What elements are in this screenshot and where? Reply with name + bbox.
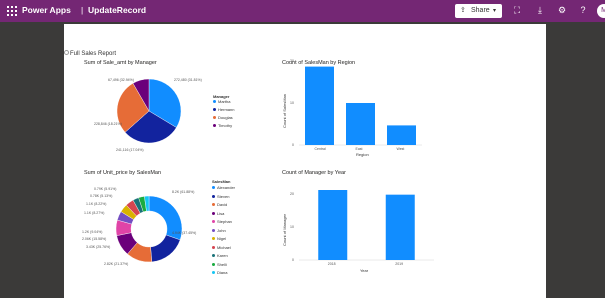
app-name: Power Apps xyxy=(22,5,71,15)
fit-screen-icon[interactable]: ⛶ xyxy=(511,5,523,16)
year-y-axis-title: Count of Manager xyxy=(282,213,287,246)
avatar[interactable]: M xyxy=(597,4,605,18)
help-icon[interactable]: ? xyxy=(577,5,589,15)
year-x-axis-title: Year xyxy=(360,268,369,273)
year-y-tick: 20 xyxy=(290,192,294,196)
app-title: UpdateRecord xyxy=(88,5,147,15)
report-canvas: Full Sales Report Sum of Sale_amt by Man… xyxy=(64,24,546,298)
settings-icon[interactable]: ⚙ xyxy=(556,5,568,16)
share-icon: ⇪ xyxy=(460,7,466,14)
download-icon[interactable]: ⤓ xyxy=(534,5,546,16)
title-separator: | xyxy=(81,5,84,15)
year-y-tick: 10 xyxy=(290,225,294,229)
share-button[interactable]: ⇪ Share ▾ xyxy=(455,4,502,18)
share-label: Share xyxy=(471,7,490,14)
year-x-tick: 2018 xyxy=(327,262,336,266)
year-x-tick: 2019 xyxy=(395,262,404,266)
year-y-tick: 0 xyxy=(292,258,294,262)
chevron-down-icon: ▾ xyxy=(493,8,497,14)
top-bar: Power Apps | UpdateRecord ⇪ Share ▾ ⛶ ⤓ … xyxy=(0,0,605,22)
year-bar-chart[interactable] xyxy=(64,24,546,298)
waffle-icon[interactable] xyxy=(7,6,17,16)
year-bar-2019[interactable] xyxy=(385,194,415,260)
year-bar-2018[interactable] xyxy=(318,190,348,260)
